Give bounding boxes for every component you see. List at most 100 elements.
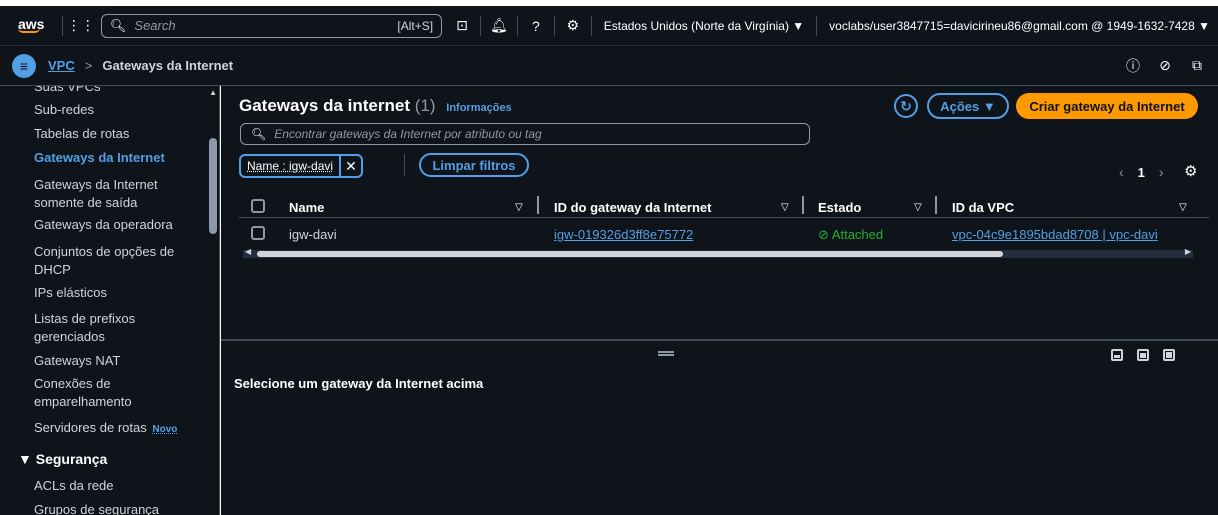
sidebar-scrollbar[interactable] xyxy=(209,138,217,234)
sidebar-item-tabelas-de-rotas[interactable]: Tabelas de rotas xyxy=(34,125,204,143)
row-state: ⊘︎ Attached xyxy=(818,227,883,243)
services-grid-icon[interactable]: ⋮⋮ xyxy=(67,12,95,40)
feedback-icon[interactable]: ⊘ xyxy=(1154,52,1176,80)
sidebar-item-grupos-seguranca[interactable]: Grupos de segurança xyxy=(34,501,204,515)
cloudshell-icon[interactable]: ⊡ xyxy=(448,12,476,40)
drag-handle-icon[interactable] xyxy=(658,351,674,356)
sidebar-item-gateways-somente-saida[interactable]: Gateways da Internet somente de saída xyxy=(34,176,184,212)
account-menu[interactable]: voclabs/user3847715=davicirineu86@gmail.… xyxy=(821,19,1218,33)
refresh-icon: ↻ xyxy=(900,97,912,114)
sidebar-section-seguranca[interactable]: ▼ Segurança xyxy=(18,451,107,467)
search-icon: 🔍︎ xyxy=(109,17,127,33)
clear-filters-button[interactable]: Limpar filtros xyxy=(419,153,529,177)
column-header-name[interactable]: Name xyxy=(289,200,324,215)
new-badge: Novo xyxy=(152,424,178,435)
global-search-input[interactable]: 🔍︎ Search [Alt+S] xyxy=(100,13,443,38)
filter-placeholder: Encontrar gateways da Internet por atrib… xyxy=(274,127,542,141)
sidebar-item-suas-vpcs[interactable]: Suas VPCs xyxy=(34,86,204,96)
sidebar-item-sub-redes[interactable]: Sub-redes xyxy=(34,101,204,119)
sidebar-item-dhcp[interactable]: Conjuntos de opções de DHCP xyxy=(34,243,184,279)
column-resizer[interactable] xyxy=(935,196,937,214)
sidebar-item-gateways-da-internet[interactable]: Gateways da Internet xyxy=(34,149,204,167)
filter-search-input[interactable]: 🔍︎ Encontrar gateways da Internet por at… xyxy=(240,123,810,145)
row-checkbox[interactable] xyxy=(251,226,265,240)
row-vpc-id-link[interactable]: vpc-04c9e1895bdad8708 | vpc-davi xyxy=(952,227,1158,242)
info-icon[interactable]: ⓘ xyxy=(1122,52,1144,80)
nav-divider xyxy=(479,15,481,36)
refresh-button[interactable]: ↻ xyxy=(894,94,918,118)
scroll-up-arrow-icon[interactable]: ▲ xyxy=(209,88,217,97)
sidebar-item-gateways-operadora[interactable]: Gateways da operadora xyxy=(34,216,204,234)
table-horizontal-scrollbar[interactable]: ◀ ▶ xyxy=(243,247,1193,258)
close-icon[interactable]: ✕ xyxy=(339,156,361,176)
page-title: Gateways da internet (1) Informações xyxy=(239,96,512,116)
row-name: igw-davi xyxy=(289,227,337,242)
row-state-label: Attached xyxy=(831,227,884,242)
search-placeholder: Search xyxy=(134,18,176,33)
actions-button[interactable]: Ações ▼ xyxy=(927,93,1009,119)
main-panel: Gateways da internet (1) Informações ↻ A… xyxy=(221,86,1218,339)
chevron-left-icon[interactable]: ‹ xyxy=(1119,164,1124,180)
aws-logo[interactable]: aws xyxy=(18,16,58,33)
sidebar-item-ips-elasticos[interactable]: IPs elásticos xyxy=(34,284,204,302)
breadcrumb-bar: ≡ VPC > Gateways da Internet ⓘ ⊘ ⧉ xyxy=(0,46,1218,86)
breadcrumb-actions: ⓘ ⊘ ⧉ xyxy=(1122,52,1208,80)
chevron-right-icon[interactable]: › xyxy=(1159,164,1164,180)
sort-icon[interactable]: ▽ xyxy=(914,202,922,213)
top-navigation: aws ⋮⋮ 🔍︎ Search [Alt+S] ⊡ 🔔︎ ? ⚙ Estado… xyxy=(0,6,1218,46)
caret-down-icon: ▼ xyxy=(18,451,32,467)
nav-divider xyxy=(516,15,518,36)
sidebar-item-gateways-nat[interactable]: Gateways NAT xyxy=(34,352,204,370)
sidebar-item-listas-prefixos[interactable]: Listas de prefixos gerenciados xyxy=(34,310,164,346)
sidebar-section-label: Segurança xyxy=(35,451,108,467)
column-resizer[interactable] xyxy=(537,196,539,214)
sort-icon[interactable]: ▽ xyxy=(515,202,523,213)
create-gateway-button[interactable]: Criar gateway da Internet xyxy=(1016,93,1198,119)
region-selector[interactable]: Estados Unidos (Norte da Virgínia) ▼ xyxy=(596,19,812,33)
page-number[interactable]: 1 xyxy=(1138,165,1145,180)
column-header-estado[interactable]: Estado xyxy=(818,200,861,215)
screen-icon[interactable]: ⧉ xyxy=(1186,52,1208,80)
scroll-right-arrow-icon[interactable]: ▶ xyxy=(1185,247,1191,256)
search-icon: 🔍︎ xyxy=(251,127,267,141)
info-link[interactable]: Informações xyxy=(446,102,511,114)
sort-icon[interactable]: ▽ xyxy=(781,202,789,213)
detail-empty-message: Selecione um gateway da Internet acima xyxy=(234,376,484,391)
gear-icon[interactable]: ⚙ xyxy=(559,12,587,40)
aws-logo-text: aws xyxy=(18,16,45,32)
column-header-vpc-id[interactable]: ID da VPC xyxy=(952,200,1014,215)
scrollbar-thumb[interactable] xyxy=(257,251,1003,257)
sidebar: Suas VPCs Sub-redes Tabelas de rotas Gat… xyxy=(0,86,220,515)
panel-bottom-icon[interactable] xyxy=(1111,349,1123,361)
column-header-id[interactable]: ID do gateway da Internet xyxy=(554,200,711,215)
table-settings-gear-icon[interactable]: ⚙ xyxy=(1184,162,1197,180)
sidebar-item-servidores-rotas[interactable]: Servidores de rotas Novo xyxy=(34,419,204,439)
scroll-left-arrow-icon[interactable]: ◀ xyxy=(245,247,251,256)
nav-divider xyxy=(816,15,818,36)
column-resizer[interactable] xyxy=(802,196,804,214)
pagination: ‹ 1 › xyxy=(1119,164,1164,180)
breadcrumb-current: Gateways da Internet xyxy=(102,58,234,73)
sidebar-item-conexoes-emparelhamento[interactable]: Conexões de emparelhamento xyxy=(34,375,144,411)
sidebar-item-acls-da-rede[interactable]: ACLs da rede xyxy=(34,477,204,495)
check-circle-icon: ⊘︎ xyxy=(818,227,829,242)
nav-divider xyxy=(590,15,592,36)
hamburger-menu-icon[interactable]: ≡ xyxy=(12,53,36,78)
breadcrumb-vpc-link[interactable]: VPC xyxy=(48,58,75,73)
item-count: (1) xyxy=(414,96,436,115)
page-title-text: Gateways da internet xyxy=(239,96,411,115)
panel-full-icon[interactable] xyxy=(1163,349,1175,361)
nav-divider xyxy=(61,15,63,36)
help-icon[interactable]: ? xyxy=(522,12,550,40)
filter-token-label[interactable]: Name : igw-davi xyxy=(241,159,339,173)
divider xyxy=(404,154,405,176)
table-header-row xyxy=(239,196,1209,218)
chevron-right-icon: > xyxy=(84,58,93,73)
row-gateway-id-link[interactable]: igw-019326d3ff8e75772 xyxy=(554,227,693,242)
bell-icon[interactable]: 🔔︎ xyxy=(485,12,513,40)
detail-panel: Selecione um gateway da Internet acima xyxy=(221,341,1218,515)
select-all-checkbox[interactable] xyxy=(251,199,265,213)
sort-icon[interactable]: ▽ xyxy=(1179,202,1187,213)
search-shortcut: [Alt+S] xyxy=(397,18,434,33)
panel-side-icon[interactable] xyxy=(1137,349,1149,361)
